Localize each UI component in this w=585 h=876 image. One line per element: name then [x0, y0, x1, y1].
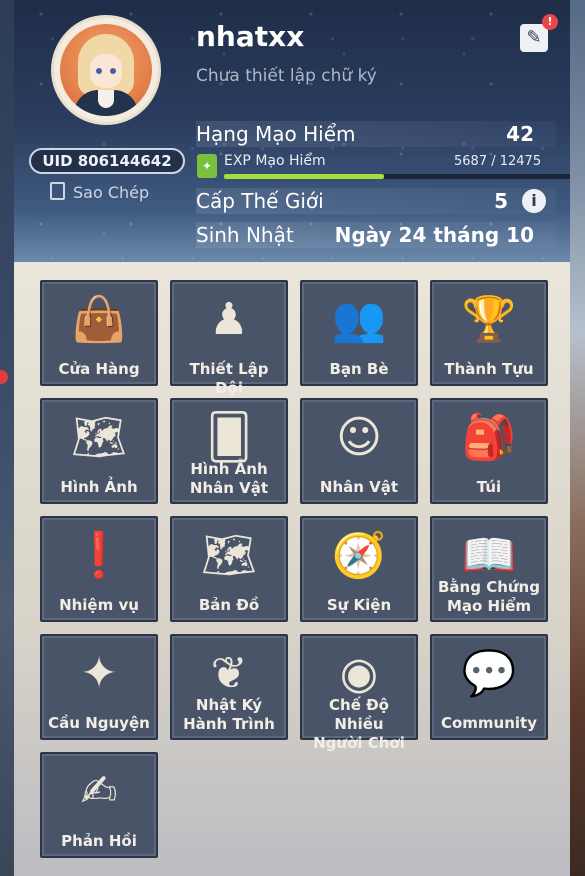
uid-badge: UID 806144642: [29, 148, 185, 174]
coop-icon: ◉: [339, 648, 379, 699]
player-name: nhatxx: [196, 20, 305, 53]
copy-icon: [50, 182, 65, 200]
handbook-icon: 📖: [461, 530, 517, 581]
menu-tile-label: Bạn Bè: [329, 360, 389, 378]
adventure-rank-value: 42: [506, 122, 534, 146]
menu-tile-label: Bằng Chứng Mạo Hiểm: [438, 578, 540, 615]
menu-tile-friends[interactable]: 👥 Bạn Bè: [300, 280, 418, 386]
menu-tile-label: Nhân Vật: [319, 478, 399, 496]
backpack-icon: 🎒: [461, 412, 517, 463]
paimon-menu-panel: UID 806144642 Sao Chép nhatxx Chưa thiết…: [14, 0, 570, 876]
pencil-icon: ✎: [526, 27, 542, 48]
namecard-icon: 🗺: [71, 412, 127, 463]
info-icon[interactable]: i: [522, 189, 546, 213]
menu-tile-label: Sự Kiện: [326, 596, 392, 614]
menu-tile-character-archive[interactable]: 🂠 Hình Ảnh Nhân Vật: [170, 398, 288, 504]
copy-label: Sao Chép: [73, 183, 150, 202]
exp-label: EXP Mạo Hiểm: [224, 153, 326, 169]
menu-tile-label: Hình Ảnh: [60, 478, 138, 496]
event-compass-icon: 🧭: [331, 530, 387, 581]
menu-tile-event-compass[interactable]: 🧭 Sự Kiện: [300, 516, 418, 622]
menu-tile-quest-banner[interactable]: ❗ Nhiệm vụ: [40, 516, 158, 622]
menu-tile-wish-star[interactable]: ✦ Cầu Nguyện: [40, 634, 158, 740]
signature[interactable]: Chưa thiết lập chữ ký: [196, 66, 377, 86]
menu-tile-shop-bag[interactable]: 👜 Cửa Hàng: [40, 280, 158, 386]
menu-tile-battle-pass[interactable]: ❦ Nhật Ký Hành Trình: [170, 634, 288, 740]
edit-notification-badge: !: [542, 14, 558, 30]
menu-tile-label: Hình Ảnh Nhân Vật: [189, 460, 269, 497]
quest-banner-icon: ❗: [71, 530, 127, 581]
exp-value: 5687 / 12475: [454, 154, 542, 169]
background-right: [570, 0, 585, 876]
exp-progress-fill: [224, 174, 384, 179]
menu-tile-backpack[interactable]: 🎒 Túi: [430, 398, 548, 504]
menu-tile-achievement-trophy[interactable]: 🏆 Thành Tựu: [430, 280, 548, 386]
avatar-portrait: [60, 24, 152, 116]
character-archive-icon: 🂠: [206, 412, 252, 463]
exp-progress-bar: [224, 174, 570, 179]
menu-tile-feedback[interactable]: ✍ Phản Hồi: [40, 752, 158, 858]
adventure-rank-row: Hạng Mạo Hiểm 42: [196, 121, 556, 147]
menu-tile-community-chat[interactable]: 💬 Community: [430, 634, 548, 740]
profile-header: UID 806144642 Sao Chép nhatxx Chưa thiết…: [14, 0, 570, 262]
character-icon: ☺: [336, 412, 382, 463]
menu-tile-party-setup[interactable]: ♟ Thiết Lập Đội: [170, 280, 288, 397]
world-level-value: 5: [494, 189, 508, 213]
edit-profile-button[interactable]: ✎: [520, 24, 548, 52]
world-level-row: Cấp Thế Giới 5: [196, 188, 556, 214]
menu-tile-label: Community: [440, 714, 538, 732]
menu-tile-label: Cầu Nguyện: [48, 714, 150, 732]
feedback-icon: ✍: [80, 766, 118, 817]
birthday-row: Sinh Nhật Ngày 24 tháng 10: [196, 222, 556, 248]
menu-tile-label: Phản Hồi: [61, 832, 137, 850]
menu-tile-label: Cửa Hàng: [58, 360, 140, 378]
party-setup-icon: ♟: [209, 294, 249, 345]
menu-tile-namecard[interactable]: 🗺 Hình Ảnh: [40, 398, 158, 504]
menu-tile-label: Bản Đồ: [198, 596, 260, 614]
battle-pass-icon: ❦: [210, 648, 248, 699]
menu-tile-label: Nhiệm vụ: [59, 596, 139, 614]
friends-icon: 👥: [331, 294, 387, 345]
world-level-label: Cấp Thế Giới: [196, 189, 324, 213]
copy-uid-button[interactable]: Sao Chép: [50, 182, 149, 202]
birthday-value: Ngày 24 tháng 10: [334, 223, 534, 247]
achievement-trophy-icon: 🏆: [461, 294, 517, 345]
background-left: [0, 0, 14, 876]
menu-tile-coop[interactable]: ◉ Chế Độ Nhiều Người Chơi: [300, 634, 418, 752]
wish-star-icon: ✦: [80, 648, 118, 699]
avatar[interactable]: [54, 18, 158, 122]
menu-tile-character[interactable]: ☺ Nhân Vật: [300, 398, 418, 504]
menu-tile-label: Thành Tựu: [444, 360, 534, 378]
menu-tile-map[interactable]: 🗺 Bản Đồ: [170, 516, 288, 622]
birthday-label: Sinh Nhật: [196, 223, 294, 247]
shop-bag-icon: 👜: [71, 294, 127, 345]
adventure-rank-label: Hạng Mạo Hiểm: [196, 122, 356, 146]
menu-tile-label: Thiết Lập Đội: [189, 360, 269, 397]
menu-tile-label: Nhật Ký Hành Trình: [183, 696, 275, 733]
community-chat-icon: 💬: [461, 648, 517, 699]
menu-tile-label: Chế Độ Nhiều Người Chơi: [313, 696, 405, 752]
map-icon: 🗺: [201, 530, 257, 581]
exp-icon: ✦: [197, 154, 217, 178]
menu-tile-label: Túi: [476, 478, 502, 496]
menu-tile-handbook[interactable]: 📖 Bằng Chứng Mạo Hiểm: [430, 516, 548, 622]
